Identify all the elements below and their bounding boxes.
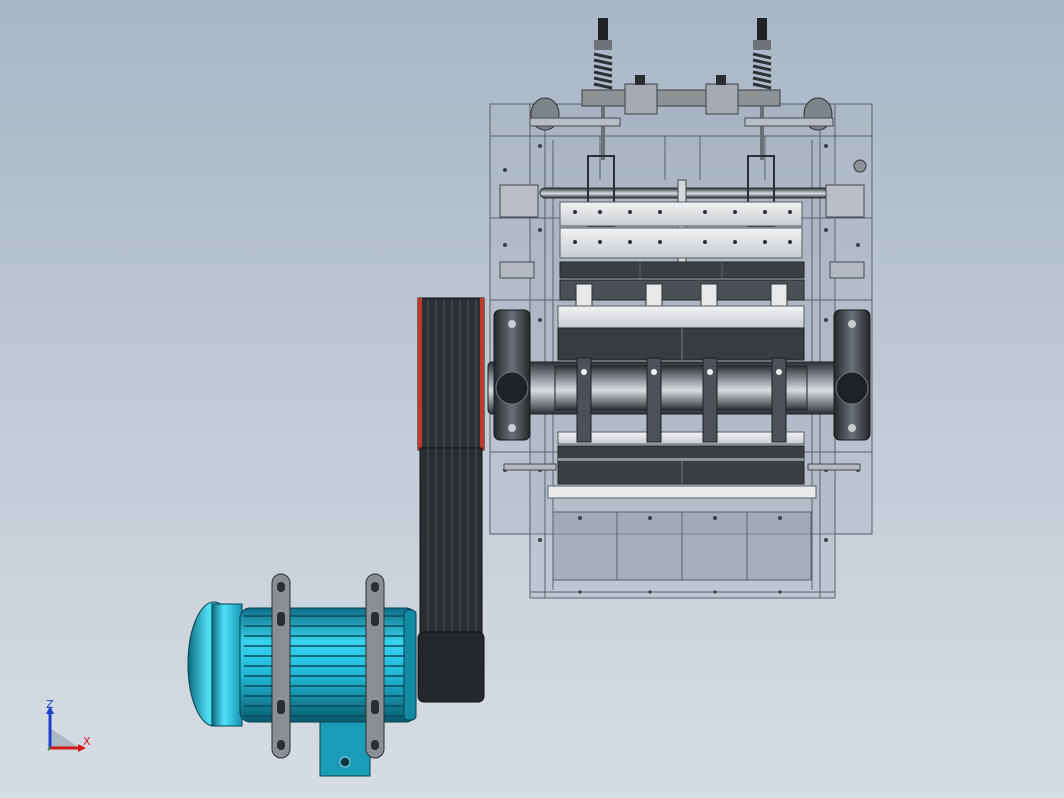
upper-liner-plates bbox=[559, 201, 805, 301]
cad-viewport[interactable]: Z X bbox=[0, 0, 1064, 798]
orientation-triad: Z X bbox=[46, 698, 91, 752]
bearing-housing-right[interactable] bbox=[833, 309, 871, 441]
rotor-shaft[interactable] bbox=[487, 361, 869, 415]
y-axis-arrow bbox=[47, 747, 51, 751]
bearing-housing-left[interactable] bbox=[493, 309, 531, 441]
belt-pulley[interactable] bbox=[417, 297, 485, 703]
z-axis-label: Z bbox=[46, 698, 54, 711]
electric-motor[interactable] bbox=[187, 573, 417, 777]
crusher-assembly-model[interactable] bbox=[0, 0, 1064, 798]
x-axis-label: X bbox=[83, 735, 91, 748]
